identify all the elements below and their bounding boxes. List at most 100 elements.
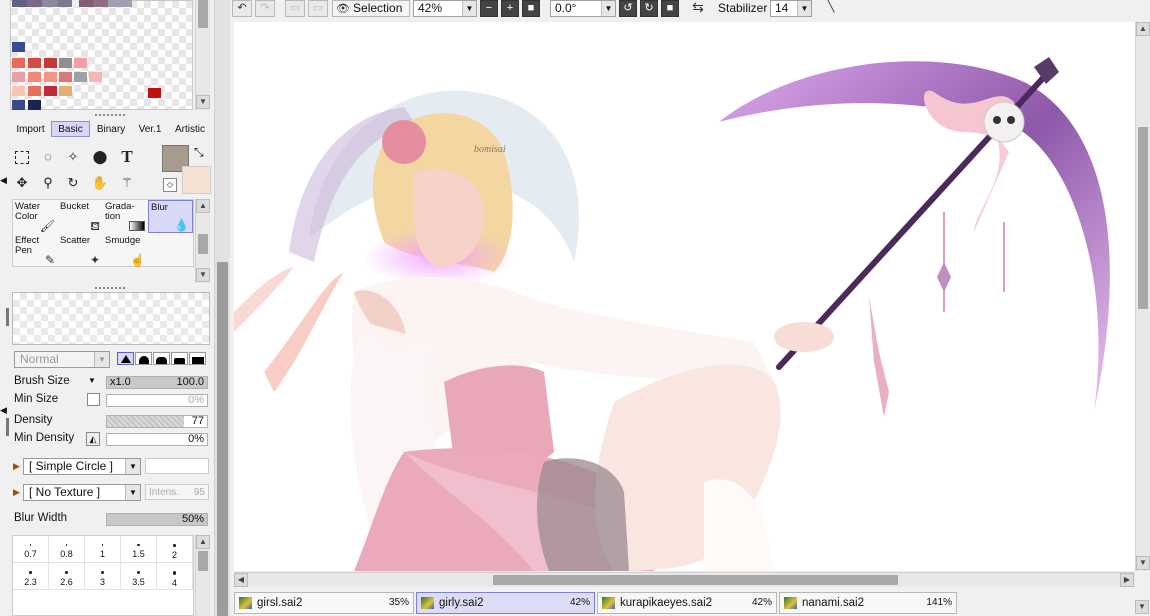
scroll-down-icon[interactable]: ▼	[196, 268, 210, 282]
palette-swatch[interactable]	[12, 58, 25, 68]
transparent-color-icon[interactable]: ◇	[163, 178, 177, 192]
zoom-tool-icon[interactable]: ⚲	[38, 172, 58, 192]
zoom-out-button[interactable]: −	[480, 0, 498, 17]
brush-watercolor[interactable]: Water Color 🖌	[13, 200, 58, 233]
lasso-tool-icon[interactable]: ◌	[38, 146, 58, 166]
tab-basic[interactable]: Basic	[51, 121, 90, 137]
doc-tab-nanami[interactable]: nanami.sai2 141%	[779, 592, 957, 614]
magic-wand-tool-icon[interactable]: ✧	[63, 146, 83, 166]
invert-selection-button[interactable]: ▭	[308, 0, 328, 17]
eyedropper-tool-icon[interactable]: ⚚	[117, 172, 137, 192]
scroll-up-icon[interactable]: ▲	[196, 199, 210, 213]
min-size-checkbox[interactable]	[87, 393, 100, 406]
scroll-down-icon[interactable]: ▼	[196, 95, 210, 109]
density-slider[interactable]: 77	[106, 415, 208, 428]
expand-arrow-icon[interactable]: ▶	[13, 487, 20, 498]
shape-intensity-field[interactable]	[145, 458, 209, 474]
palette-swatch[interactable]	[44, 58, 57, 68]
palette-swatch[interactable]	[28, 58, 41, 68]
rotate-right-button[interactable]: ↻	[640, 0, 658, 17]
pressure-icon[interactable]: ◭	[86, 432, 100, 446]
palette-swatch[interactable]	[89, 72, 102, 82]
move-tool-icon[interactable]: ✥	[12, 172, 32, 192]
brush-scatter[interactable]: Scatter ✦	[58, 234, 103, 267]
deselect-button[interactable]: ▭	[285, 0, 305, 17]
drawing-canvas[interactable]: bomisai	[234, 22, 1135, 571]
brush-size-preset[interactable]: 1.5	[121, 536, 157, 563]
undo-button[interactable]: ↶	[232, 0, 252, 17]
scroll-right-icon[interactable]: ▶	[1120, 573, 1134, 587]
palette-scrollbar[interactable]: ▼	[195, 0, 210, 110]
brush-grid-scrollbar[interactable]: ▲ ▼	[195, 199, 210, 283]
brush-size-preset[interactable]: 3.5	[121, 563, 157, 590]
blend-mode-select[interactable]: Normal ▼	[14, 351, 110, 368]
brush-size-preset[interactable]: 2.3	[13, 563, 49, 590]
palette-swatch[interactable]	[12, 100, 25, 110]
rotate-left-button[interactable]: ↺	[619, 0, 637, 17]
rotate-tool-icon[interactable]: ↻	[63, 172, 83, 192]
palette-swatch[interactable]	[28, 86, 41, 96]
tip-shape-soft[interactable]	[153, 352, 170, 365]
palette-swatch[interactable]	[28, 100, 41, 110]
palette-swatch[interactable]	[44, 72, 57, 82]
doc-tab-kurapikaeyes[interactable]: kurapikaeyes.sai2 42%	[597, 592, 777, 614]
scroll-left-icon[interactable]: ◀	[234, 573, 248, 587]
flip-horizontal-button[interactable]: ⇆	[687, 0, 709, 17]
rotation-select[interactable]: 0.0° ▼	[550, 0, 616, 17]
palette-swatch[interactable]	[74, 58, 87, 68]
tab-artistic[interactable]: Artistic	[170, 121, 210, 137]
doc-tab-girsl[interactable]: girsl.sai2 35%	[234, 592, 414, 614]
palette-swatch[interactable]	[12, 86, 25, 96]
tip-shape-triangle[interactable]	[117, 352, 134, 365]
line-mode-button[interactable]: ╲	[820, 0, 842, 17]
scroll-down-icon[interactable]: ▼	[1136, 556, 1150, 570]
palette-swatch[interactable]	[12, 72, 25, 82]
tab-ver1[interactable]: Ver.1	[132, 121, 168, 137]
scroll-up-icon[interactable]: ▲	[1136, 22, 1150, 36]
scroll-down-icon[interactable]: ▼	[1135, 600, 1149, 614]
zoom-in-button[interactable]: +	[501, 0, 519, 17]
palette-swatch[interactable]	[12, 42, 25, 52]
palette-swatch[interactable]	[44, 86, 57, 96]
scroll-up-icon[interactable]: ▲	[196, 535, 210, 549]
brush-size-preset[interactable]: 2.6	[49, 563, 85, 590]
panel-splitter[interactable]	[95, 114, 125, 116]
swap-colors-icon[interactable]: ⤡	[194, 145, 204, 160]
canvas-horizontal-scrollbar[interactable]: ◀ ▶	[234, 572, 1135, 587]
sub-color-swatch[interactable]	[182, 166, 211, 194]
tip-shape-round[interactable]	[135, 352, 152, 365]
brush-size-preset[interactable]: 3	[85, 563, 121, 590]
palette-swatch[interactable]	[74, 72, 87, 82]
tip-shape-square[interactable]	[189, 352, 206, 365]
size-multiplier-dropdown-icon[interactable]: ▼	[88, 376, 96, 385]
zoom-select[interactable]: 42% ▼	[413, 0, 477, 17]
tab-import[interactable]: Import	[12, 121, 49, 137]
panel-grip[interactable]	[6, 308, 9, 326]
brush-size-slider[interactable]: x1.0 100.0	[106, 376, 208, 389]
palette-swatch[interactable]	[59, 86, 72, 96]
text-tool-icon[interactable]: T	[117, 146, 137, 166]
brush-shape-select[interactable]: [ Simple Circle ] ▼	[23, 458, 141, 475]
brush-size-preset[interactable]: 1	[85, 536, 121, 563]
brush-effect-pen[interactable]: Effect Pen ✎	[13, 234, 58, 267]
redo-button[interactable]: ↷	[255, 0, 275, 17]
hand-tool-icon[interactable]: ✋	[90, 172, 110, 192]
tip-shape-flat[interactable]	[171, 352, 188, 365]
panel-splitter[interactable]	[95, 287, 125, 289]
selection-toggle[interactable]: 👁 Selection	[332, 0, 410, 17]
palette-swatch[interactable]	[59, 72, 72, 82]
blur-width-slider[interactable]: 50%	[106, 513, 208, 526]
rect-select-tool-icon[interactable]	[12, 146, 32, 166]
brush-smudge[interactable]: Smudge ☝	[103, 234, 148, 267]
palette-swatch[interactable]	[148, 88, 161, 98]
zoom-reset-button[interactable]: ■	[522, 0, 540, 17]
brush-size-preset[interactable]: 0.8	[49, 536, 85, 563]
shape-select-tool-icon[interactable]: ⬤	[90, 146, 110, 166]
brush-texture-select[interactable]: [ No Texture ] ▼	[23, 484, 141, 501]
palette-swatch[interactable]	[59, 58, 72, 68]
panel-grip[interactable]	[6, 418, 9, 436]
brush-bucket[interactable]: Bucket ⛾	[58, 200, 103, 233]
texture-intensity-field[interactable]: Intens. 95	[145, 484, 209, 500]
expand-arrow-icon[interactable]: ▶	[13, 461, 20, 472]
doc-tab-girly[interactable]: girly.sai2 42%	[416, 592, 595, 614]
